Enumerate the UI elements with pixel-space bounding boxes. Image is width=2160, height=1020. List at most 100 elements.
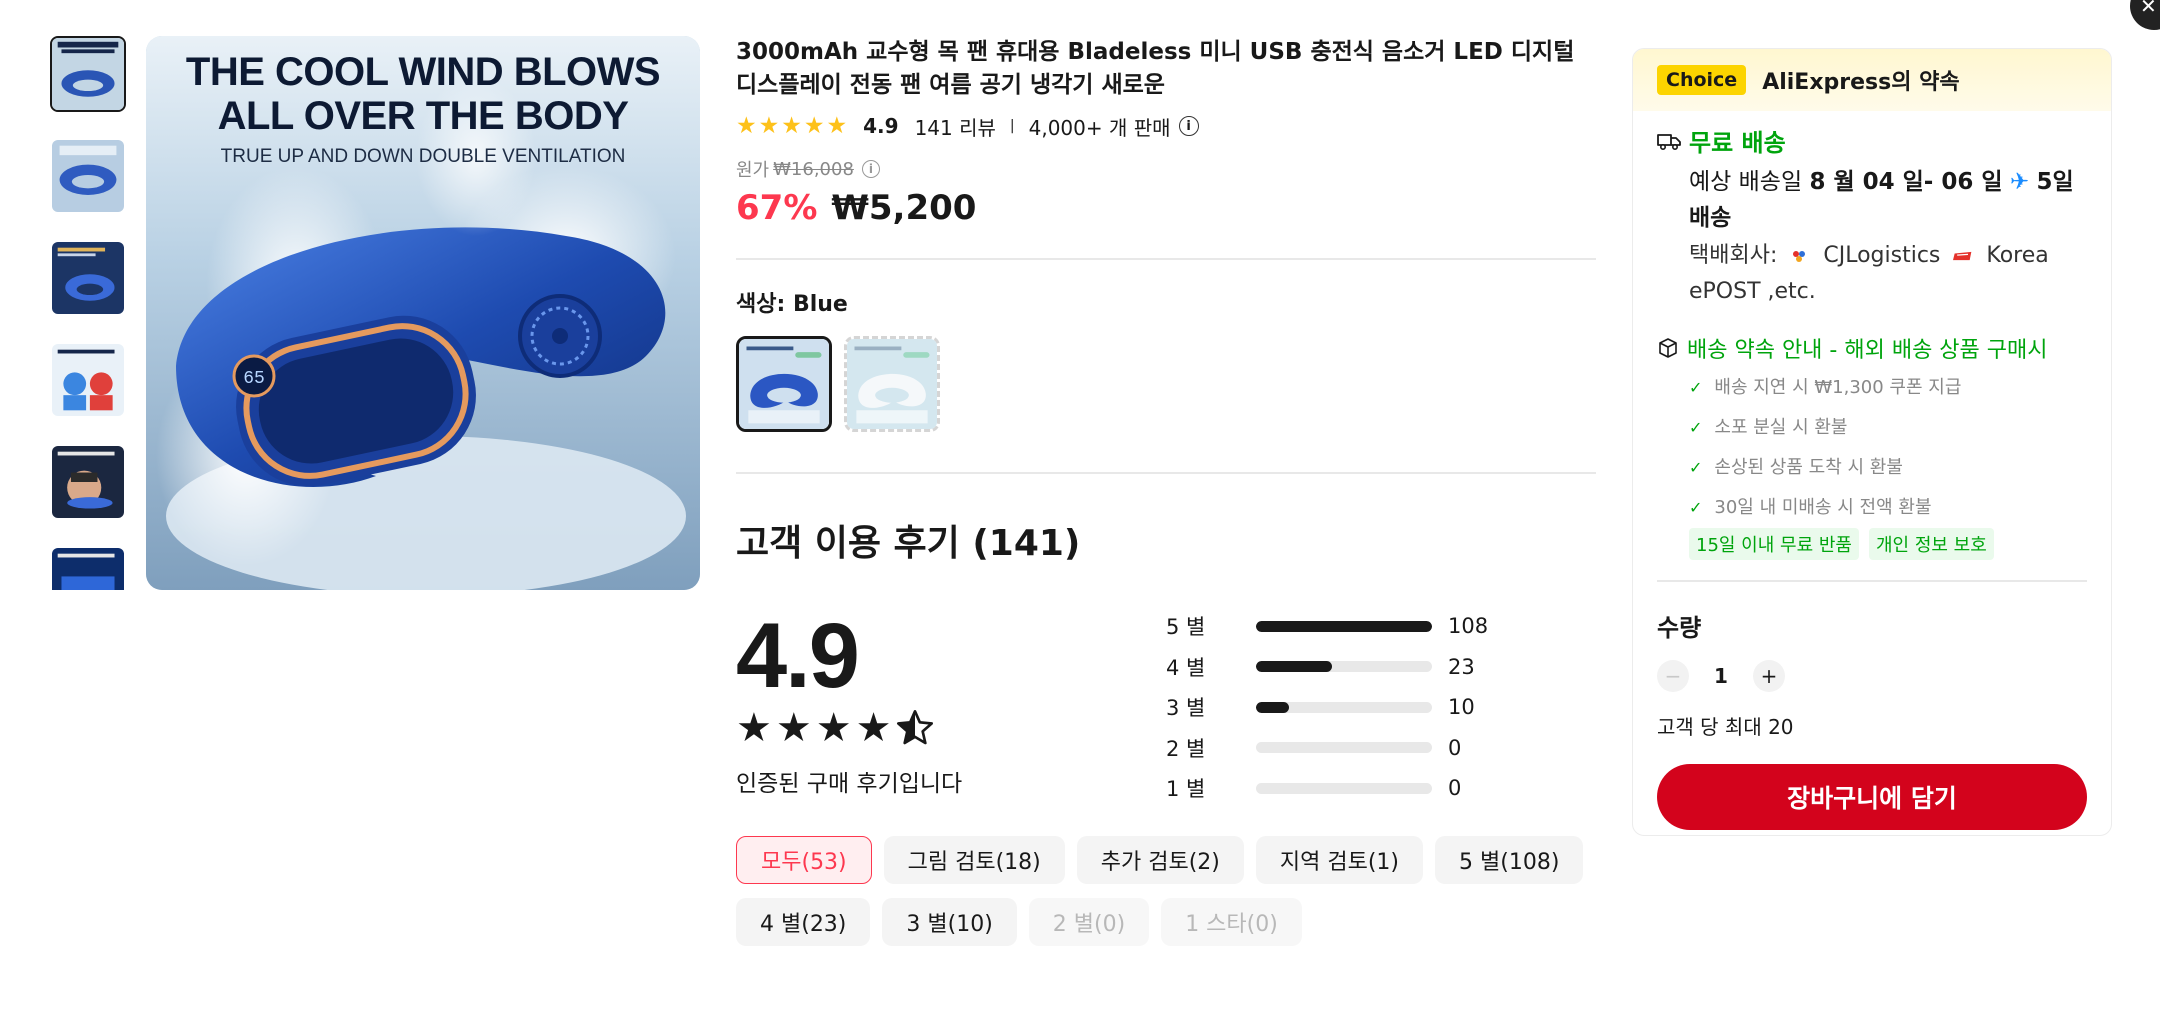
review-count-link[interactable]: 141 리뷰 — [915, 112, 996, 141]
distribution-row: 4 별 23 — [1166, 647, 1488, 688]
thumbnail-2[interactable] — [50, 138, 126, 214]
filter-photo[interactable]: 그림 검토(18) — [883, 836, 1065, 884]
color-swatches — [736, 336, 1596, 432]
purchase-panel-body: 무료 배송 예상 배송일 8 월 04 일- 06 일 ✈ 5일 배송 택배회사… — [1633, 123, 2111, 830]
promise-item: ✓ 소포 분실 시 환불 — [1689, 408, 2087, 448]
thumbnail-3[interactable] — [50, 240, 126, 316]
main-product-image[interactable]: 65 THE COOL WIND BLOWS ALL OVER THE BODY… — [146, 36, 700, 590]
filter-all[interactable]: 모두(53) — [736, 836, 872, 884]
thumbnail-6[interactable] — [50, 546, 126, 590]
distribution-count: 23 — [1448, 654, 1475, 679]
star-icon: ★ — [855, 705, 892, 751]
distribution-label: 2 별 — [1166, 736, 1206, 761]
carrier-prefix: 택배회사: — [1689, 243, 1778, 268]
rating-value: 4.9 — [863, 114, 899, 138]
check-icon: ✓ — [1689, 498, 1703, 517]
image-subline: TRUE UP AND DOWN DOUBLE VENTILATION — [220, 146, 626, 167]
rating-line: ★ ★ ★ ★ ★ 4.9 141 리뷰 | 4,000+ 개 판매 i — [736, 110, 1596, 142]
filter-local[interactable]: 지역 검토(1) — [1255, 836, 1424, 884]
thumbnail-5[interactable] — [50, 444, 126, 520]
review-stars: ★ ★ ★ ★ — [736, 708, 935, 755]
star-icon: ★ — [736, 705, 772, 751]
thumbnail-1[interactable] — [50, 36, 126, 112]
choice-header: Choice AliExpress의 약속 — [1633, 49, 2111, 111]
decrease-button[interactable]: − — [1657, 660, 1689, 692]
carrier-line: 택배회사: CJLogistics Korea ePOST ,etc. — [1689, 238, 2087, 310]
verified-text: 인증된 구매 후기입니다 — [736, 771, 963, 797]
color-value: Blue — [792, 292, 848, 317]
purchase-panel: Choice AliExpress의 약속 무료 배송 예상 배송일 8 월 0… — [1632, 48, 2112, 836]
distribution-count: 108 — [1448, 614, 1489, 639]
close-icon[interactable]: ✕ — [2130, 0, 2160, 30]
info-icon[interactable]: i — [1178, 116, 1199, 136]
distribution-row: 3 별 10 — [1166, 687, 1488, 728]
filter-5-star[interactable]: 5 별(108) — [1435, 836, 1584, 884]
distribution-label: 4 별 — [1166, 655, 1206, 680]
promise-item-text: 배송 지연 시 ₩1,300 쿠폰 지급 — [1714, 377, 1962, 398]
carrier-cj: CJLogistics — [1823, 243, 1941, 268]
review-summary: 4.9 ★ ★ ★ ★ 인증된 구매 후기입니다 5 별 108 4 별 23 — [736, 606, 1596, 826]
filter-4-star[interactable]: 4 별(23) — [736, 898, 871, 946]
swatch-white[interactable] — [844, 336, 940, 432]
truck-icon — [1657, 133, 1681, 150]
product-title: 3000mAh 교수형 목 팬 휴대용 Bladeless 미니 USB 충전식… — [736, 39, 1575, 98]
price-line: 67% ₩5,200 — [736, 188, 1596, 228]
filter-2-star[interactable]: 2 별(0) — [1028, 898, 1150, 946]
color-label-text: 색상: — [736, 292, 786, 317]
add-to-cart-button[interactable]: 장바구니에 담기 — [1657, 764, 2087, 830]
promise-item-text: 30일 내 미배송 시 전액 환불 — [1714, 497, 1932, 518]
thumbnail-list — [50, 36, 126, 590]
delivery-days: 5일 — [2036, 169, 2074, 195]
separator: | — [1009, 118, 1015, 134]
quantity-title: 수량 — [1657, 614, 1702, 642]
filter-3-star[interactable]: 3 별(10) — [882, 898, 1017, 946]
promise-item-text: 소포 분실 시 환불 — [1714, 417, 1848, 438]
info-icon[interactable]: i — [861, 160, 880, 178]
choice-badge: Choice — [1657, 65, 1747, 95]
original-price-line: 원가 ₩16,008 i — [736, 156, 1596, 182]
delivery-dates: 8 월 04 일- 06 일 — [1809, 169, 2003, 195]
sale-price: ₩5,200 — [831, 188, 977, 228]
divider — [736, 258, 1596, 260]
delivery-promise[interactable]: 배송 약속 안내 - 해외 배송 상품 구매시 — [1657, 332, 2087, 364]
swatch-blue[interactable] — [736, 336, 832, 432]
filter-additional[interactable]: 추가 검토(2) — [1076, 836, 1244, 884]
distribution-fill — [1256, 701, 1290, 713]
divider — [736, 472, 1596, 474]
quantity-value[interactable]: 1 — [1689, 664, 1753, 688]
carrier-korea: Korea — [1986, 243, 2049, 268]
tag-privacy: 개인 정보 보호 — [1869, 528, 1994, 560]
quantity-stepper: − 1 + — [1657, 659, 2087, 693]
filter-1-star[interactable]: 1 스타(0) — [1161, 898, 1302, 946]
color-label: 색상: Blue — [736, 286, 1596, 318]
thumbnail-4[interactable] — [50, 342, 126, 418]
distribution-count: 0 — [1448, 776, 1462, 801]
rating-distribution: 5 별 108 4 별 23 3 별 10 2 별 0 1 별 0 — [1166, 606, 1488, 809]
distribution-label: 3 별 — [1166, 696, 1206, 721]
increase-button[interactable]: + — [1753, 660, 1785, 692]
carrier-epost: ePOST ,etc. — [1689, 279, 1816, 304]
promise-item: ✓ 배송 지연 시 ₩1,300 쿠폰 지급 — [1689, 368, 2087, 408]
original-price-label: 원가 — [736, 160, 770, 181]
delivery-estimate: 예상 배송일 8 월 04 일- 06 일 ✈ 5일 배송 — [1689, 164, 2087, 236]
star-icon: ★ — [826, 112, 848, 139]
star-icon: ★ — [815, 705, 852, 751]
delivery-suffix: 배송 — [1689, 205, 1732, 231]
distribution-bar — [1256, 782, 1432, 794]
distribution-count: 0 — [1448, 735, 1462, 760]
distribution-bar — [1256, 742, 1432, 754]
free-shipping-line: 무료 배송 — [1657, 123, 2087, 158]
star-icon: ★ — [775, 705, 812, 751]
rating-stars: ★ ★ ★ ★ ★ — [736, 112, 848, 139]
distribution-bar — [1256, 701, 1432, 713]
delivery-prefix: 예상 배송일 — [1689, 169, 1803, 195]
discount-percent: 67% — [736, 188, 818, 228]
distribution-fill — [1256, 620, 1432, 632]
distribution-row: 1 별 0 — [1166, 768, 1488, 809]
original-price: ₩16,008 — [773, 158, 854, 180]
distribution-row: 2 별 0 — [1166, 728, 1488, 769]
star-icon: ★ — [803, 112, 825, 139]
digital-display: 65 — [243, 369, 265, 389]
check-icon: ✓ — [1689, 458, 1703, 477]
review-filters: 모두(53) 그림 검토(18) 추가 검토(2) 지역 검토(1) 5 별(1… — [736, 836, 1596, 946]
